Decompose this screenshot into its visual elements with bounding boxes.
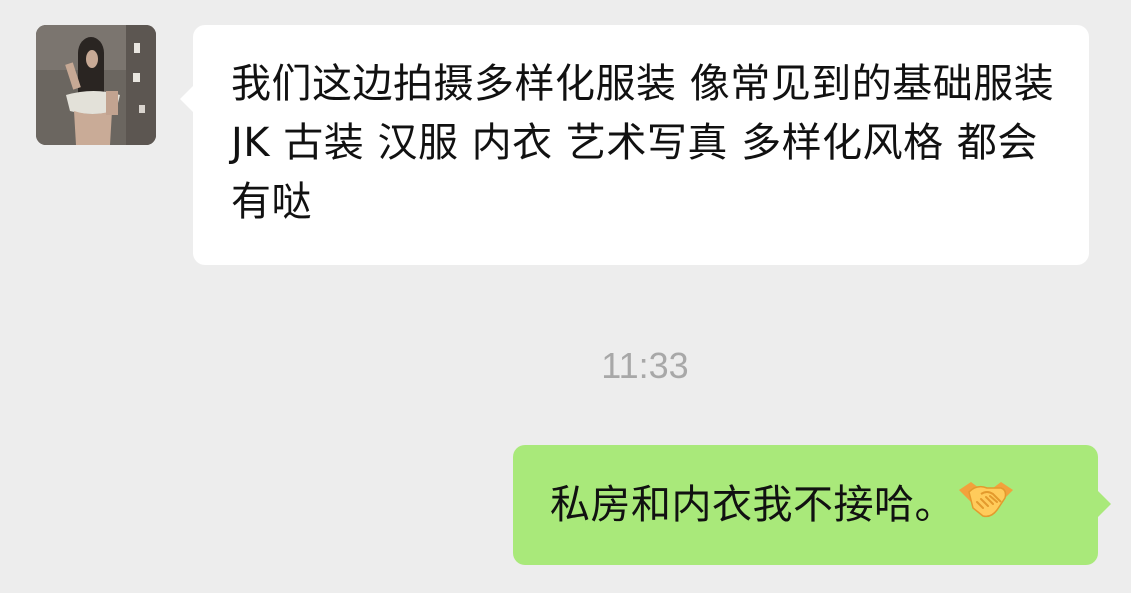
avatar-photo-icon — [36, 25, 156, 145]
contact-avatar[interactable] — [36, 25, 156, 145]
message-timestamp: 11:33 — [601, 345, 689, 386]
outgoing-message-bubble[interactable]: 私房和内衣我不接哈。 — [513, 445, 1111, 565]
incoming-message-text: 我们这边拍摄多样化服装 像常见到的基础服装 JK 古装 汉服 内衣 艺术写真 多… — [231, 61, 1055, 225]
outgoing-message-text: 私房和内衣我不接哈。 — [550, 482, 955, 528]
handshake-emoji-icon — [957, 478, 1015, 526]
incoming-message-bubble[interactable]: 我们这边拍摄多样化服装 像常见到的基础服装 JK 古装 汉服 内衣 艺术写真 多… — [180, 25, 1089, 265]
